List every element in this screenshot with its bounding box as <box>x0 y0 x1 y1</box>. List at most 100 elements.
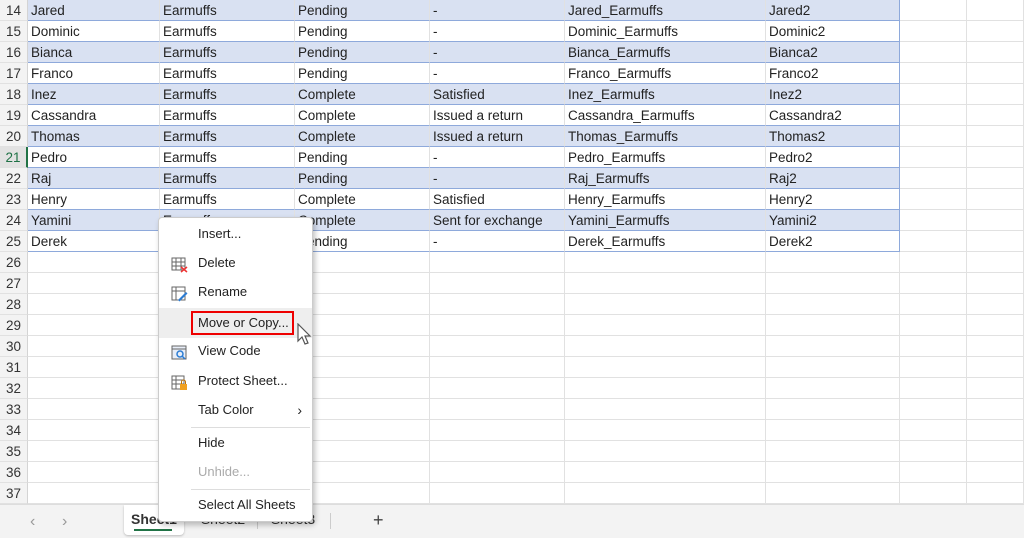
cell[interactable] <box>295 252 430 273</box>
cell[interactable] <box>900 168 967 189</box>
cell[interactable] <box>28 399 160 420</box>
cell[interactable] <box>28 294 160 315</box>
cell[interactable] <box>430 378 565 399</box>
cell[interactable] <box>28 483 160 504</box>
cell[interactable]: Henry_Earmuffs <box>565 189 766 210</box>
cell[interactable]: Pending <box>295 147 430 168</box>
cell[interactable] <box>28 378 160 399</box>
row-header[interactable]: 32 <box>0 378 28 399</box>
cell[interactable]: Thomas_Earmuffs <box>565 126 766 147</box>
cell[interactable] <box>967 315 1024 336</box>
cell[interactable] <box>900 336 967 357</box>
cell[interactable]: Earmuffs <box>160 0 295 21</box>
cell[interactable]: Inez2 <box>766 84 900 105</box>
cell[interactable] <box>967 42 1024 63</box>
cell[interactable] <box>900 420 967 441</box>
cell[interactable]: Franco2 <box>766 63 900 84</box>
cell[interactable]: Derek <box>28 231 160 252</box>
row-header[interactable]: 18 <box>0 84 28 105</box>
cell[interactable]: Bianca2 <box>766 42 900 63</box>
cell[interactable]: Pedro <box>28 147 160 168</box>
cell[interactable]: Bianca_Earmuffs <box>565 42 766 63</box>
cell[interactable] <box>900 126 967 147</box>
cell[interactable]: Earmuffs <box>160 168 295 189</box>
cell[interactable]: - <box>430 168 565 189</box>
row-header[interactable]: 24 <box>0 210 28 231</box>
cell[interactable]: Pending <box>295 231 430 252</box>
row-header[interactable]: 17 <box>0 63 28 84</box>
cell[interactable] <box>967 378 1024 399</box>
cell[interactable]: Pending <box>295 0 430 21</box>
menu-item-tab-color[interactable]: Tab Color › <box>159 396 312 424</box>
cell[interactable] <box>900 105 967 126</box>
cell[interactable]: Issued a return <box>430 126 565 147</box>
cell[interactable] <box>967 189 1024 210</box>
cell[interactable] <box>430 420 565 441</box>
cell[interactable] <box>295 420 430 441</box>
cell[interactable] <box>900 147 967 168</box>
cell[interactable] <box>565 378 766 399</box>
cell[interactable]: - <box>430 147 565 168</box>
menu-item-select-all-sheets[interactable]: Select All Sheets <box>159 491 312 519</box>
cell[interactable] <box>967 483 1024 504</box>
cell[interactable] <box>565 273 766 294</box>
row-header[interactable]: 19 <box>0 105 28 126</box>
cell[interactable]: Earmuffs <box>160 189 295 210</box>
cell[interactable] <box>28 273 160 294</box>
cell[interactable]: Derek2 <box>766 231 900 252</box>
row-header[interactable]: 20 <box>0 126 28 147</box>
cell[interactable]: Cassandra <box>28 105 160 126</box>
cell[interactable]: Franco_Earmuffs <box>565 63 766 84</box>
cell[interactable] <box>900 42 967 63</box>
cell[interactable]: - <box>430 63 565 84</box>
cell[interactable] <box>565 357 766 378</box>
cell[interactable] <box>900 231 967 252</box>
cell[interactable]: Complete <box>295 105 430 126</box>
cell[interactable] <box>967 105 1024 126</box>
menu-item-move-or-copy[interactable]: Move or Copy... <box>159 308 312 338</box>
cell[interactable] <box>900 273 967 294</box>
menu-item-protect-sheet[interactable]: Protect Sheet... <box>159 367 312 395</box>
row-header[interactable]: 33 <box>0 399 28 420</box>
cell[interactable] <box>295 336 430 357</box>
cell[interactable] <box>900 63 967 84</box>
cell[interactable]: Yamini2 <box>766 210 900 231</box>
row-header[interactable]: 31 <box>0 357 28 378</box>
cell[interactable]: Jared <box>28 0 160 21</box>
row-header[interactable]: 35 <box>0 441 28 462</box>
cell[interactable]: Complete <box>295 126 430 147</box>
cell[interactable] <box>967 420 1024 441</box>
cell[interactable]: Earmuffs <box>160 147 295 168</box>
cell[interactable] <box>967 63 1024 84</box>
cell[interactable]: Satisfied <box>430 84 565 105</box>
cell[interactable] <box>900 294 967 315</box>
cell[interactable] <box>28 336 160 357</box>
cell[interactable]: Dominic <box>28 21 160 42</box>
cell[interactable] <box>967 84 1024 105</box>
cell[interactable] <box>900 210 967 231</box>
cell[interactable]: Franco <box>28 63 160 84</box>
cell[interactable]: Pending <box>295 63 430 84</box>
cell[interactable]: - <box>430 42 565 63</box>
cell[interactable]: Issued a return <box>430 105 565 126</box>
cell[interactable]: Henry <box>28 189 160 210</box>
cell[interactable]: Sent for exchange <box>430 210 565 231</box>
cell[interactable] <box>766 483 900 504</box>
cell[interactable] <box>565 441 766 462</box>
cell[interactable] <box>900 84 967 105</box>
cell[interactable]: Cassandra2 <box>766 105 900 126</box>
cell[interactable] <box>900 483 967 504</box>
row-header[interactable]: 27 <box>0 273 28 294</box>
cell[interactable] <box>565 294 766 315</box>
row-header[interactable]: 37 <box>0 483 28 504</box>
cell[interactable] <box>967 294 1024 315</box>
cell[interactable] <box>900 462 967 483</box>
cell[interactable] <box>28 462 160 483</box>
row-header[interactable]: 30 <box>0 336 28 357</box>
cell[interactable] <box>900 0 967 21</box>
cell[interactable] <box>967 357 1024 378</box>
cell[interactable]: Henry2 <box>766 189 900 210</box>
add-sheet-button[interactable]: + <box>373 510 384 531</box>
cell[interactable] <box>766 252 900 273</box>
menu-item-hide[interactable]: Hide <box>159 429 312 457</box>
